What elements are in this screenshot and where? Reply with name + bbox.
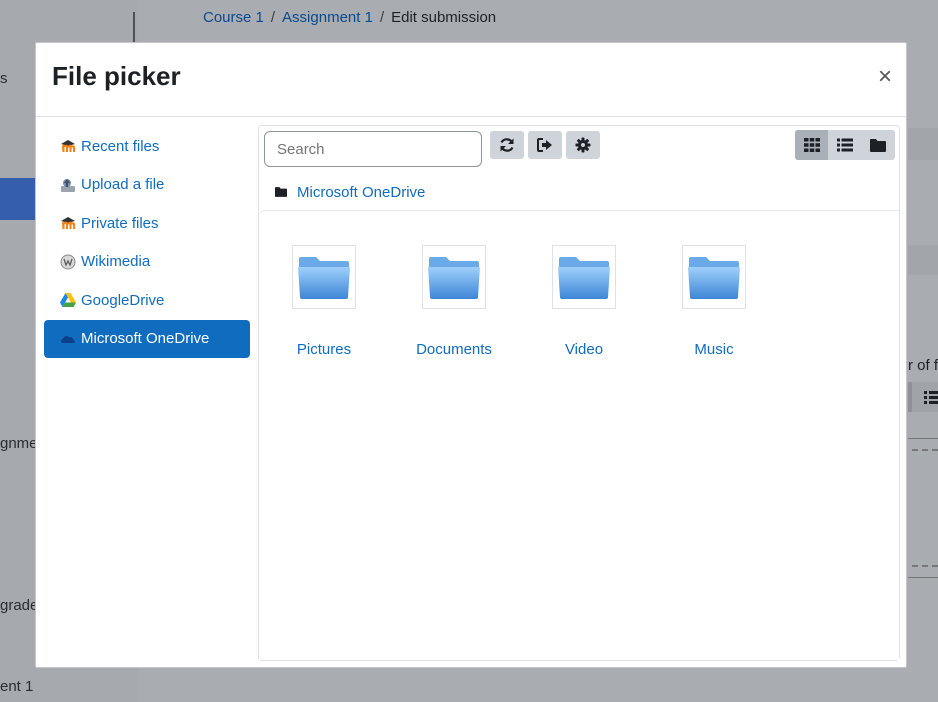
grid-icon — [803, 138, 820, 152]
repo-wikimedia[interactable]: Wikimedia — [44, 243, 250, 282]
folder-icon — [275, 184, 287, 201]
background-fragment: s — [0, 70, 8, 87]
repo-upload-file[interactable]: Upload a file — [44, 166, 250, 205]
background-panel — [908, 245, 938, 275]
file-browser-panel: Microsoft OneDrive Pictures Documents — [258, 125, 900, 661]
close-button[interactable]: × — [878, 65, 892, 89]
path-current-link[interactable]: Microsoft OneDrive — [297, 184, 425, 201]
background-divider — [912, 449, 938, 451]
background-fragment: grade — [0, 597, 39, 614]
repo-label: GoogleDrive — [81, 291, 165, 309]
folder-thumbnail — [682, 245, 746, 309]
view-switcher — [795, 130, 895, 160]
repo-label: Microsoft OneDrive — [81, 330, 210, 348]
background-divider — [908, 577, 938, 578]
dialog-header: File picker × — [36, 43, 906, 117]
moodle-icon — [60, 215, 76, 231]
folder-icon — [298, 257, 350, 299]
file-name: Documents — [416, 341, 492, 358]
folder-thumbnail — [422, 245, 486, 309]
repo-private-files[interactable]: Private files — [44, 204, 250, 243]
googledrive-icon — [60, 292, 76, 308]
moodle-icon — [60, 138, 76, 154]
view-list-button[interactable] — [828, 130, 861, 160]
file-item[interactable]: Video — [534, 245, 634, 358]
file-browser-toolbar: Microsoft OneDrive — [259, 126, 899, 210]
repository-list: Recent files Upload a file Private files… — [44, 127, 250, 358]
upload-icon — [60, 177, 76, 193]
breadcrumb: Course 1 / Assignment 1 / Edit submission — [203, 9, 496, 26]
background-divider — [133, 12, 135, 42]
file-item[interactable]: Pictures — [274, 245, 374, 358]
refresh-icon — [500, 138, 514, 152]
search-input[interactable] — [264, 131, 482, 167]
repo-label: Recent files — [81, 137, 160, 155]
path-bar: Microsoft OneDrive — [275, 184, 425, 201]
background-fragment: ent 1 — [0, 678, 34, 695]
logout-button[interactable] — [528, 131, 562, 159]
file-name: Pictures — [296, 341, 352, 358]
folder-thumbnail — [292, 245, 356, 309]
onedrive-icon — [60, 331, 76, 347]
repo-label: Private files — [81, 214, 159, 232]
background-divider — [908, 438, 938, 439]
dialog-title: File picker — [52, 61, 181, 91]
background-fragment: r of f — [908, 357, 938, 374]
refresh-button[interactable] — [490, 131, 524, 159]
breadcrumb-separator: / — [270, 9, 276, 26]
folder-thumbnail — [552, 245, 616, 309]
repo-googledrive[interactable]: GoogleDrive — [44, 281, 250, 320]
file-item[interactable]: Music — [664, 245, 764, 358]
file-name: Music — [694, 341, 734, 358]
breadcrumb-assignment[interactable]: Assignment 1 — [282, 9, 373, 26]
breadcrumb-current: Edit submission — [391, 9, 497, 26]
background-fragment: gnme — [0, 435, 38, 452]
repo-recent-files[interactable]: Recent files — [44, 127, 250, 166]
file-grid: Pictures Documents Video Music — [259, 211, 899, 660]
gear-icon — [575, 137, 591, 153]
folder-icon — [428, 257, 480, 299]
settings-button[interactable] — [566, 131, 600, 159]
file-picker-dialog: File picker × Recent files Upload a file… — [35, 42, 907, 668]
list-icon — [924, 391, 938, 404]
view-tree-button[interactable] — [861, 130, 894, 160]
folder-icon — [558, 257, 610, 299]
background-active-item — [0, 178, 36, 220]
repo-onedrive[interactable]: Microsoft OneDrive — [44, 319, 250, 358]
repo-label: Wikimedia — [81, 253, 151, 271]
repo-label: Upload a file — [81, 176, 165, 194]
folder-icon — [688, 257, 740, 299]
logout-icon — [537, 138, 552, 152]
breadcrumb-course[interactable]: Course 1 — [203, 9, 264, 26]
breadcrumb-separator: / — [379, 9, 385, 26]
file-item[interactable]: Documents — [404, 245, 504, 358]
wikimedia-icon — [60, 254, 76, 270]
folder-icon — [869, 138, 886, 152]
background-button — [912, 382, 938, 412]
view-icons-button[interactable] — [795, 130, 828, 160]
background-panel — [908, 128, 938, 160]
background-divider — [912, 565, 938, 567]
list-icon — [836, 138, 853, 152]
file-name: Video — [564, 341, 604, 358]
